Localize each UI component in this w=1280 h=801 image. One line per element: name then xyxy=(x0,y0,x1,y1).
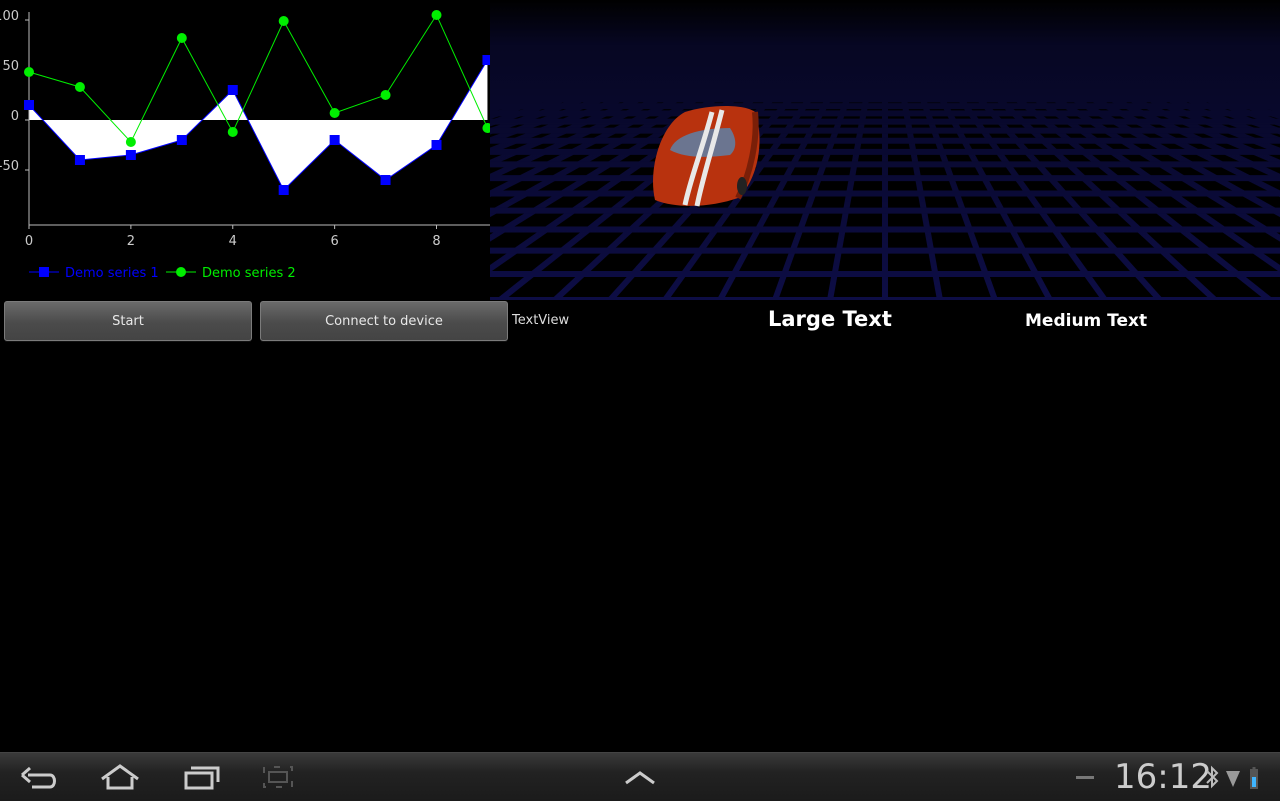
series2-point xyxy=(381,90,391,100)
chevron-up-icon[interactable] xyxy=(618,763,662,791)
series2-point xyxy=(432,10,442,20)
series1-point xyxy=(177,135,187,145)
series2-point xyxy=(330,108,340,118)
series1-area xyxy=(29,60,487,190)
back-icon[interactable] xyxy=(18,763,62,791)
y-tick-label: 50 xyxy=(2,59,19,74)
status-clock[interactable]: 16:12 xyxy=(1114,757,1212,797)
series2-point xyxy=(75,82,85,92)
legend-label: Demo series 2 xyxy=(202,266,296,281)
bluetooth-icon xyxy=(1207,768,1217,786)
x-tick-label: 0 xyxy=(25,234,33,249)
connect-to-device-button[interactable]: Connect to device xyxy=(260,301,508,341)
series2-point xyxy=(24,67,34,77)
y-tick-label: 0 xyxy=(11,109,19,124)
series2-point xyxy=(228,127,238,137)
medium-text-label: Medium Text xyxy=(1025,311,1147,331)
line-chart: 100 50 0 -50 0 2 4 6 8 Demo series 1 Demo series 2 xyxy=(0,0,490,300)
series1-point xyxy=(279,185,289,195)
y-tick-label: -50 xyxy=(0,159,19,174)
series1-point xyxy=(126,150,136,160)
series1-point xyxy=(75,155,85,165)
series2-point xyxy=(279,16,289,26)
series1-point xyxy=(432,140,442,150)
large-text-label: Large Text xyxy=(768,307,892,331)
x-tick-label: 6 xyxy=(330,234,338,249)
perspective-grid xyxy=(490,0,1280,300)
series1-point xyxy=(228,85,238,95)
recent-apps-icon[interactable] xyxy=(180,763,224,791)
3d-scene-view[interactable] xyxy=(490,0,1280,300)
start-button[interactable]: Start xyxy=(4,301,252,341)
battery-icon xyxy=(1250,767,1258,789)
x-tick-label: 4 xyxy=(229,234,237,249)
series2-point xyxy=(126,137,136,147)
series1-point xyxy=(381,175,391,185)
x-tick-label: 8 xyxy=(432,234,440,249)
series1-point xyxy=(482,55,490,65)
legend-marker xyxy=(39,267,49,277)
legend-label: Demo series 1 xyxy=(65,266,159,281)
system-navigation-bar: 16:12 xyxy=(0,752,1280,801)
series1-point xyxy=(24,100,34,110)
textview-label: TextView xyxy=(512,313,569,328)
series2-point xyxy=(482,123,490,133)
x-tick-label: 2 xyxy=(127,234,135,249)
screenshot-icon[interactable] xyxy=(256,763,300,791)
home-icon[interactable] xyxy=(98,763,142,791)
minus-icon[interactable] xyxy=(1066,763,1110,791)
series2-point xyxy=(177,33,187,43)
status-icons[interactable] xyxy=(1204,765,1274,791)
signal-icon xyxy=(1226,771,1240,787)
y-tick-label: 100 xyxy=(0,9,19,24)
legend-marker xyxy=(176,267,186,277)
series1-point xyxy=(330,135,340,145)
chart-svg: 100 50 0 -50 0 2 4 6 8 Demo series 1 Demo series 2 xyxy=(0,0,490,300)
